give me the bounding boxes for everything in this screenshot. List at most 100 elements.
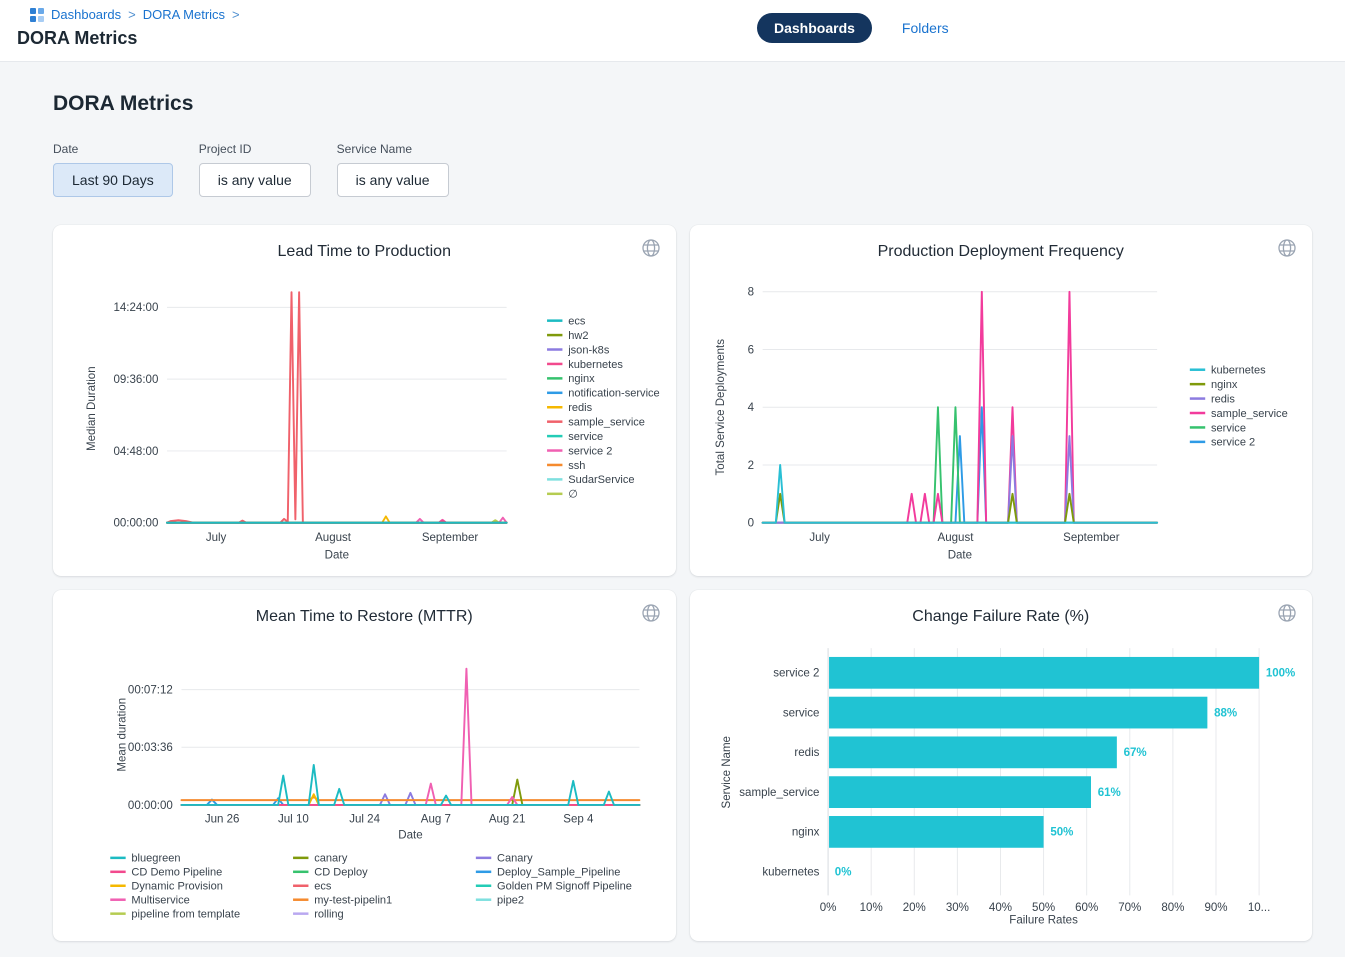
y-axis: 02468 <box>747 287 754 530</box>
series-lines <box>167 292 507 523</box>
svg-text:4: 4 <box>747 402 754 414</box>
bar-value-label: 0% <box>834 867 851 879</box>
svg-text:service 2: service 2 <box>1210 437 1254 449</box>
top-header: Dashboards > DORA Metrics > DORA Metrics… <box>0 0 1345 62</box>
bar-value-label: 100% <box>1265 668 1295 680</box>
svg-text:nginx: nginx <box>568 373 595 385</box>
svg-text:September: September <box>422 532 479 544</box>
legend-item-hw2[interactable]: hw2 <box>547 330 588 342</box>
legend-item-my-test-pipelin1[interactable]: my-test-pipelin1 <box>293 895 392 907</box>
bar-category-label: service 2 <box>773 668 819 680</box>
breadcrumb-link-dashboards[interactable]: Dashboards <box>51 7 121 22</box>
svg-text:kubernetes: kubernetes <box>1210 365 1265 377</box>
svg-text:40%: 40% <box>988 902 1011 914</box>
card-deployment-frequency: Production Deployment Frequency 02468Jul… <box>690 225 1313 576</box>
globe-icon[interactable] <box>641 603 661 623</box>
svg-text:0: 0 <box>747 518 753 530</box>
svg-text:ssh: ssh <box>568 460 585 472</box>
svg-text:Multiservice: Multiservice <box>131 895 189 907</box>
legend: ecs hw2 json-k8s kubernetes nginx notificatio… <box>547 315 660 500</box>
legend-item-notification-service[interactable]: notification-service <box>547 388 660 400</box>
legend-item-canary[interactable]: Canary <box>476 853 533 865</box>
legend-item-nginx[interactable]: nginx <box>1189 379 1237 391</box>
legend-item-bluegreen[interactable]: bluegreen <box>110 853 180 865</box>
legend-item-service-2[interactable]: service 2 <box>547 445 612 457</box>
svg-text:sample_service: sample_service <box>1210 408 1287 420</box>
bar-category-label: nginx <box>791 827 819 839</box>
legend-item-redis[interactable]: redis <box>1189 393 1235 405</box>
filter-service-name: Service Name is any value <box>337 142 449 197</box>
filter-project-id-label: Project ID <box>199 142 311 156</box>
svg-text:00:00:00: 00:00:00 <box>128 800 173 812</box>
svg-text:09:36:00: 09:36:00 <box>113 374 158 386</box>
svg-text:Jul 24: Jul 24 <box>349 813 380 825</box>
y-axis-title: Mean duration <box>117 698 129 772</box>
legend-item-multiservice[interactable]: Multiservice <box>110 895 189 907</box>
legend-item-cd-deploy[interactable]: CD Deploy <box>293 867 368 879</box>
x-axis-title: Failure Rates <box>1009 914 1078 924</box>
globe-icon[interactable] <box>641 238 661 258</box>
filter-date-button[interactable]: Last 90 Days <box>53 163 173 197</box>
svg-text:70%: 70% <box>1118 902 1141 914</box>
deployment-frequency-chart: 02468JulyAugustSeptemberDateTotal Servic… <box>703 261 1300 561</box>
legend-item-deploy-sample-pipeline[interactable]: Deploy_Sample_Pipeline <box>476 867 621 879</box>
svg-text:service 2: service 2 <box>568 445 612 457</box>
legend-item--[interactable]: ∅ <box>547 489 578 501</box>
filter-project-id-button[interactable]: is any value <box>199 163 311 197</box>
tab-folders[interactable]: Folders <box>902 20 949 36</box>
globe-icon[interactable] <box>1277 603 1297 623</box>
legend-item-ssh[interactable]: ssh <box>547 460 585 472</box>
legend-item-golden-pm-signoff-pipeline[interactable]: Golden PM Signoff Pipeline <box>476 881 632 893</box>
breadcrumb-link-dora-metrics[interactable]: DORA Metrics <box>143 7 225 22</box>
svg-text:Deploy_Sample_Pipeline: Deploy_Sample_Pipeline <box>497 867 620 879</box>
legend-item-dynamic-provision[interactable]: Dynamic Provision <box>110 881 223 893</box>
legend-item-service[interactable]: service <box>1189 422 1245 434</box>
legend-item-nginx[interactable]: nginx <box>547 373 595 385</box>
legend-item-ecs[interactable]: ecs <box>547 315 586 327</box>
x-axis: JulyAugustSeptember <box>809 532 1119 544</box>
svg-text:notification-service: notification-service <box>568 388 659 400</box>
card-change-failure-rate: Change Failure Rate (%) 0%10%20%30%40%50… <box>690 590 1313 941</box>
bar-sample-service <box>829 776 1091 808</box>
legend-item-redis[interactable]: redis <box>547 402 593 414</box>
globe-icon[interactable] <box>1277 238 1297 258</box>
legend-item-pipe2[interactable]: pipe2 <box>476 895 524 907</box>
chart-title: Change Failure Rate (%) <box>703 608 1300 626</box>
svg-text:2: 2 <box>747 460 753 472</box>
breadcrumb: Dashboards > DORA Metrics > <box>30 7 240 22</box>
svg-text:pipe2: pipe2 <box>497 895 524 907</box>
legend-item-cd-demo-pipeline[interactable]: CD Demo Pipeline <box>110 867 222 879</box>
bar-service-2 <box>829 657 1259 689</box>
svg-text:September: September <box>1063 532 1120 544</box>
bar-redis <box>829 736 1117 768</box>
y-axis-title: Service Name <box>720 736 732 808</box>
legend-item-kubernetes[interactable]: kubernetes <box>547 359 623 371</box>
legend-item-rolling[interactable]: rolling <box>293 909 344 921</box>
legend-item-sample-service[interactable]: sample_service <box>547 417 645 429</box>
legend-item-sample-service[interactable]: sample_service <box>1189 408 1287 420</box>
legend-item-sudarservice[interactable]: SudarService <box>547 474 634 486</box>
svg-text:bluegreen: bluegreen <box>131 853 180 865</box>
svg-text:ecs: ecs <box>314 881 332 893</box>
legend-item-canary[interactable]: canary <box>293 853 348 865</box>
lead-time-chart: 00:00:0004:48:0009:36:0014:24:00JulyAugu… <box>66 261 663 561</box>
x-axis-title: Date <box>325 549 349 561</box>
legend-item-service-2[interactable]: service 2 <box>1189 437 1254 449</box>
svg-text:rolling: rolling <box>314 909 343 921</box>
legend-item-kubernetes[interactable]: kubernetes <box>1189 365 1265 377</box>
card-mttr: Mean Time to Restore (MTTR) 00:00:0000:0… <box>53 590 676 941</box>
bar-category-label: service <box>782 707 819 719</box>
bar-value-label: 67% <box>1123 747 1146 759</box>
legend-item-json-k8s[interactable]: json-k8s <box>547 344 610 356</box>
filter-service-name-button[interactable]: is any value <box>337 163 449 197</box>
svg-text:Sep 4: Sep 4 <box>563 813 594 825</box>
filter-project-id: Project ID is any value <box>199 142 311 197</box>
tab-dashboards[interactable]: Dashboards <box>757 13 872 43</box>
svg-text:sample_service: sample_service <box>568 417 645 429</box>
svg-text:canary: canary <box>314 853 348 865</box>
legend-item-pipeline-from-template[interactable]: pipeline from template <box>110 909 240 921</box>
legend-item-service[interactable]: service <box>547 431 603 443</box>
legend-item-ecs[interactable]: ecs <box>293 881 332 893</box>
svg-text:6: 6 <box>747 344 753 356</box>
svg-text:10%: 10% <box>859 902 882 914</box>
